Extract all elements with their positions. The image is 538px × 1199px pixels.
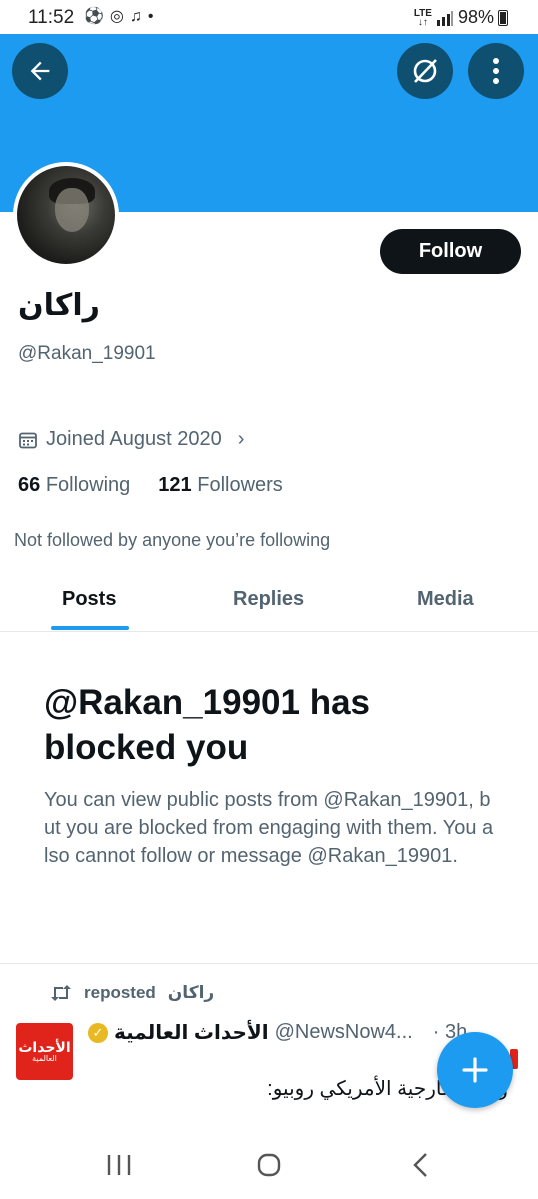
blocked-description: You can view public posts from @Rakan_19…	[44, 789, 494, 867]
repost-by[interactable]: راكان	[168, 983, 214, 1003]
tab-media[interactable]: Media	[417, 588, 474, 611]
grok-button[interactable]	[397, 43, 453, 99]
followers-link[interactable]: 121 Followers	[158, 474, 283, 497]
instagram-icon: ◎	[109, 8, 124, 25]
status-time: 11:52	[28, 7, 75, 28]
verified-badge-icon: ✓	[88, 1022, 108, 1043]
dot-icon: •	[147, 8, 154, 25]
home-icon	[257, 1153, 281, 1177]
status-bar: 11:52 ⚽ ◎ ♫ • LTE ↓↑ 98%	[0, 0, 538, 34]
post-author-name[interactable]: الأحداث العالمية	[114, 1020, 269, 1045]
profile-tabs: Posts Replies Media	[0, 570, 538, 632]
more-options-button[interactable]	[468, 43, 524, 99]
battery-percent: 98%	[457, 7, 494, 27]
followers-label: Followers	[197, 474, 283, 496]
compose-button[interactable]	[437, 1032, 513, 1108]
signal-icon	[436, 10, 453, 26]
vertical-dots-icon	[493, 58, 499, 84]
chevron-left-icon	[413, 1153, 427, 1177]
post-author-handle[interactable]: @NewsNow4...	[275, 1021, 413, 1044]
soccer-ball-icon: ⚽	[84, 8, 104, 25]
home-button[interactable]	[256, 1152, 282, 1183]
music-icon: ♫	[129, 8, 142, 25]
recent-apps-button[interactable]	[106, 1152, 132, 1183]
blocked-title: @Rakan_19901 has blocked you	[44, 683, 371, 767]
status-right: LTE ↓↑ 98%	[414, 7, 508, 28]
grok-icon	[413, 59, 437, 83]
back-nav-button[interactable]	[408, 1152, 434, 1183]
notification-icons: ⚽ ◎ ♫ •	[84, 8, 154, 26]
joined-text: Joined August 2020	[46, 428, 222, 450]
repost-indicator: reposted راكان	[50, 983, 214, 1003]
back-button[interactable]	[12, 43, 68, 99]
battery-icon	[498, 9, 508, 26]
display-name: راكان	[18, 289, 100, 322]
calendar-icon	[19, 432, 37, 448]
arrow-left-icon	[30, 61, 50, 81]
tab-posts[interactable]: Posts	[62, 588, 116, 611]
follow-button[interactable]: Follow	[380, 229, 521, 274]
divider	[0, 963, 538, 964]
plus-icon	[462, 1057, 488, 1083]
avatar-photo	[17, 166, 115, 264]
following-link[interactable]: 66 Following	[18, 474, 130, 497]
chevron-right-icon: ›	[237, 428, 245, 450]
tab-replies[interactable]: Replies	[233, 588, 304, 611]
system-nav-bar	[0, 1134, 538, 1199]
profile-handle: @Rakan_19901	[18, 343, 156, 364]
repost-label: reposted	[84, 983, 156, 1002]
following-count: 66	[18, 474, 41, 496]
profile-avatar[interactable]	[13, 162, 119, 268]
post-author-avatar[interactable]: الأحداث العالمية	[16, 1023, 73, 1080]
recent-apps-icon	[107, 1155, 131, 1175]
followers-count: 121	[158, 474, 192, 496]
not-followed-note: Not followed by anyone you’re following	[14, 530, 331, 550]
network-type: LTE ↓↑	[413, 7, 432, 28]
post-header: ✓ الأحداث العالمية @NewsNow4... · 3h	[88, 1020, 467, 1045]
joined-date[interactable]: Joined August 2020 ›	[18, 428, 244, 451]
active-tab-indicator	[51, 626, 129, 630]
follow-counts: 66 Following 121 Followers	[18, 474, 283, 497]
repost-icon	[51, 985, 71, 1001]
following-label: Following	[45, 474, 131, 496]
